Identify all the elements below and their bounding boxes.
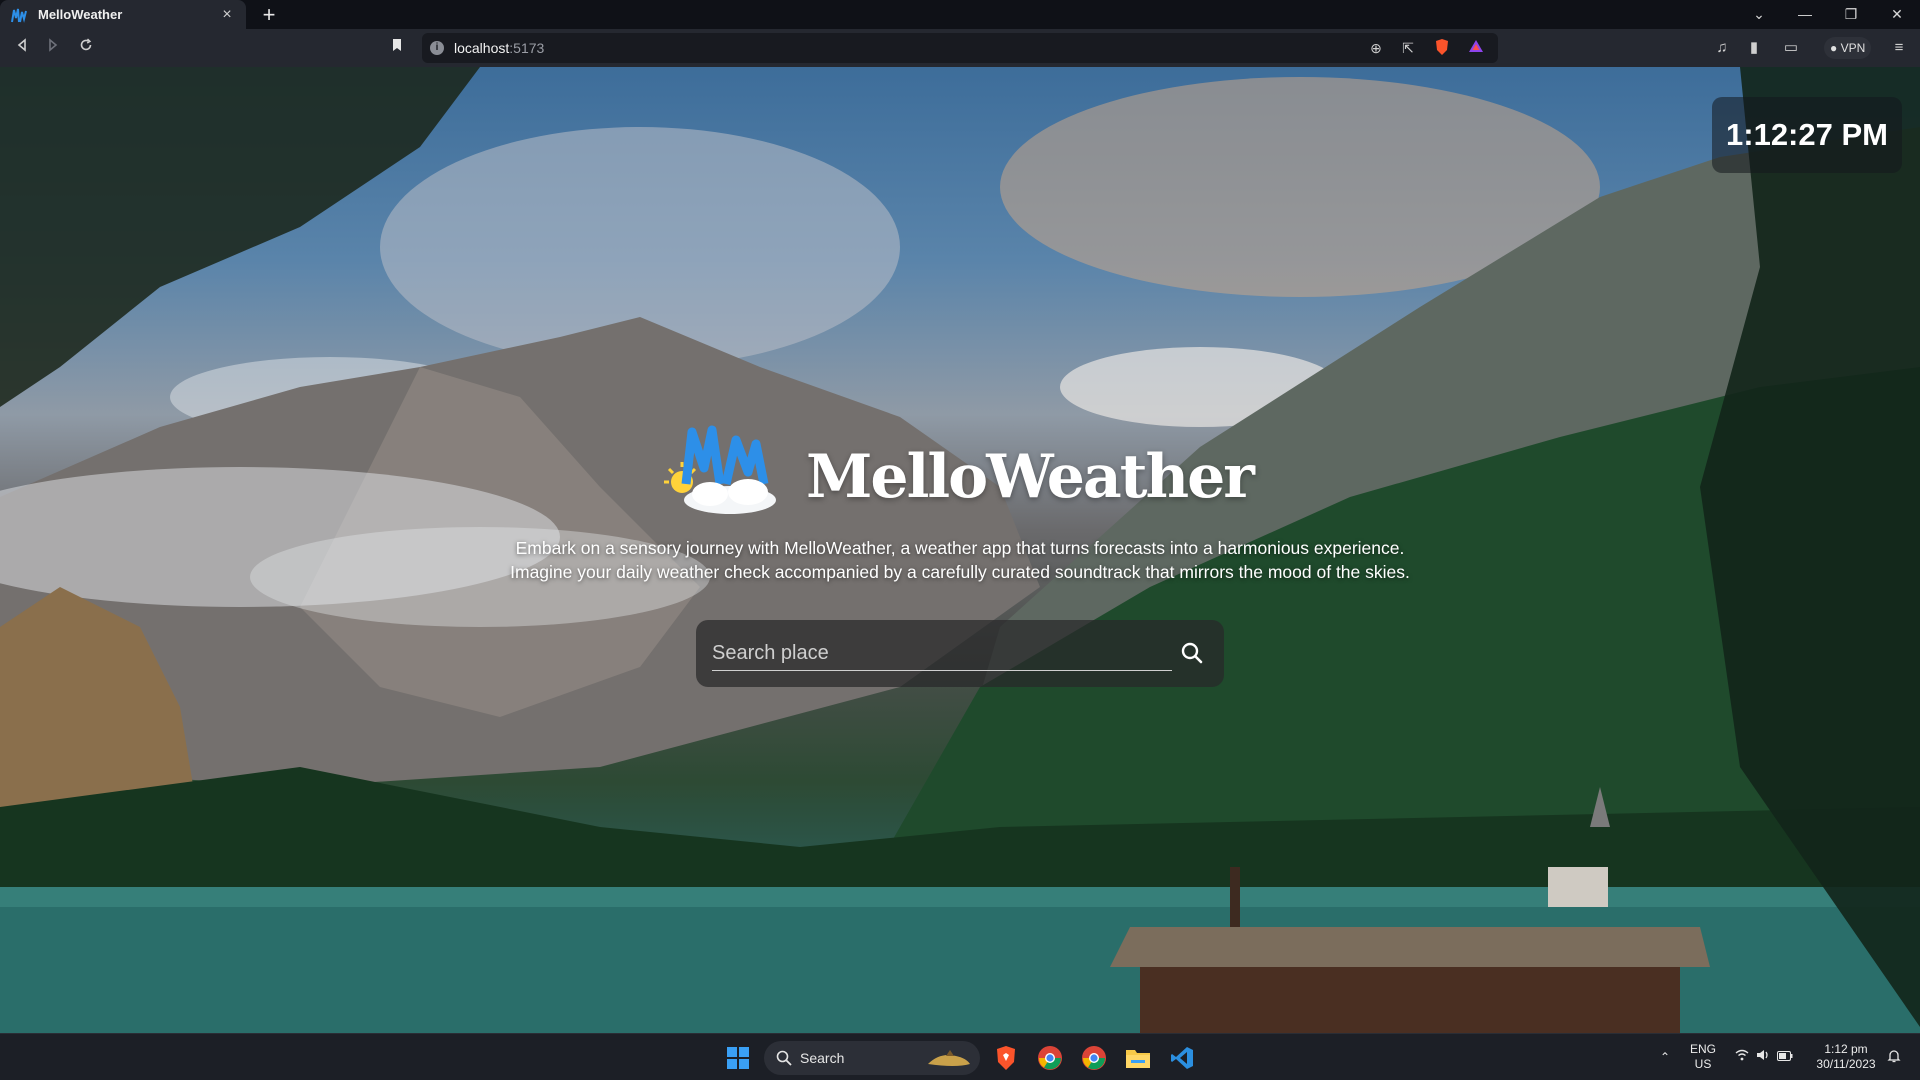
minimize-button[interactable]: — — [1782, 0, 1828, 29]
windows-taskbar: Search ⌃ ENG US 1:12 pm 30/11/2023 — [0, 1033, 1920, 1080]
taskbar-file-explorer[interactable] — [1121, 1041, 1155, 1075]
chrome-icon — [1038, 1046, 1062, 1070]
sidebar-icon[interactable]: ▮ — [1741, 36, 1767, 60]
back-arrow-icon — [17, 38, 26, 52]
new-tab-button[interactable]: + — [256, 2, 282, 28]
zoom-icon[interactable]: ⊕ — [1366, 38, 1386, 58]
search-highlight-icon — [928, 1050, 970, 1066]
forward-arrow-icon — [49, 38, 58, 52]
brave-shields-icon[interactable] — [1432, 38, 1452, 58]
web-page-viewport: 1:12:27 PM MelloWeather Embark on a sens… — [0, 67, 1920, 1033]
language-line-2: US — [1694, 1057, 1712, 1071]
search-button[interactable] — [1180, 641, 1206, 667]
vpn-label: VPN — [1840, 41, 1866, 55]
tab-title: MelloWeather — [38, 7, 123, 22]
forward-button[interactable] — [40, 36, 66, 60]
brand-part-1: Mello — [806, 442, 988, 512]
taskbar-search-icon — [776, 1050, 792, 1066]
site-info-icon[interactable]: i — [430, 41, 444, 55]
media-icon[interactable]: ♫ — [1709, 36, 1735, 60]
search-panel — [696, 620, 1224, 687]
melloweather-favicon-icon — [11, 8, 27, 23]
browser-tab-melloweather[interactable]: MelloWeather × — [0, 0, 246, 29]
brand-part-2: Weather — [986, 442, 1255, 512]
taskbar-date: 30/11/2023 — [1816, 1057, 1876, 1071]
back-button[interactable] — [9, 36, 35, 60]
brave-browser-icon — [997, 1046, 1015, 1070]
address-bar[interactable]: i localhost:5173 ⊕ ⇱ — [422, 33, 1498, 63]
bookmark-button[interactable] — [384, 36, 410, 60]
taskbar-time: 1:12 pm — [1824, 1042, 1868, 1056]
chrome-icon — [1082, 1046, 1106, 1070]
notification-bell-icon[interactable] — [1886, 1049, 1902, 1065]
search-icon — [1181, 642, 1203, 664]
wifi-icon[interactable] — [1734, 1049, 1750, 1065]
tab-close-icon[interactable]: × — [218, 6, 236, 24]
taskbar-vscode[interactable] — [1165, 1041, 1199, 1075]
app-logo: MelloWeather — [660, 422, 1260, 532]
folder-icon — [1126, 1050, 1150, 1068]
share-icon[interactable]: ⇱ — [1398, 38, 1418, 58]
language-line-1: ENG — [1689, 1042, 1716, 1056]
search-place-input[interactable] — [712, 637, 1172, 671]
browser-toolbar: i localhost:5173 ⊕ ⇱ ♫ ▮ ▭ ● VPN ≡ — [0, 29, 1920, 67]
reload-icon — [80, 38, 92, 51]
live-clock: 1:12:27 PM — [1712, 97, 1902, 173]
close-window-button[interactable]: ✕ — [1874, 0, 1920, 29]
taskbar-clock[interactable]: 1:12 pm 30/11/2023 — [1806, 1042, 1886, 1072]
hidden-icons-chevron-icon[interactable]: ⌃ — [1657, 1049, 1673, 1065]
vscode-icon — [1171, 1047, 1193, 1069]
wallet-icon[interactable]: ▭ — [1778, 36, 1804, 60]
taskbar-chrome-profile-2[interactable] — [1077, 1041, 1111, 1075]
vpn-button[interactable]: ● VPN — [1824, 37, 1872, 59]
melloweather-logo-icon — [664, 425, 776, 514]
address-url[interactable]: localhost:5173 — [454, 40, 544, 56]
reload-button[interactable] — [73, 36, 99, 60]
battery-icon[interactable] — [1777, 1049, 1793, 1065]
app-tagline: Embark on a sensory journey with MelloWe… — [510, 538, 1410, 582]
language-indicator[interactable]: ENG US — [1686, 1042, 1720, 1072]
bookmark-icon — [393, 39, 401, 51]
taskbar-search[interactable]: Search — [764, 1041, 980, 1075]
windows-logo-icon — [727, 1047, 749, 1069]
volume-icon[interactable] — [1755, 1049, 1771, 1065]
tab-search-chevron-icon[interactable]: ⌄ — [1736, 0, 1782, 29]
taskbar-search-label: Search — [800, 1050, 845, 1066]
url-host: localhost — [454, 40, 510, 56]
app-brand-name: MelloWeather — [806, 442, 1255, 512]
start-button[interactable] — [721, 1041, 755, 1075]
menu-icon[interactable]: ≡ — [1886, 36, 1912, 60]
taskbar-chrome-profile-1[interactable] — [1033, 1041, 1067, 1075]
taskbar-brave-browser[interactable] — [989, 1041, 1023, 1075]
browser-tab-strip: MelloWeather × + ⌄ — ❐ ✕ — [0, 0, 1920, 29]
url-port: :5173 — [509, 40, 545, 56]
restore-button[interactable]: ❐ — [1828, 0, 1874, 29]
brave-rewards-icon[interactable] — [1466, 38, 1486, 58]
